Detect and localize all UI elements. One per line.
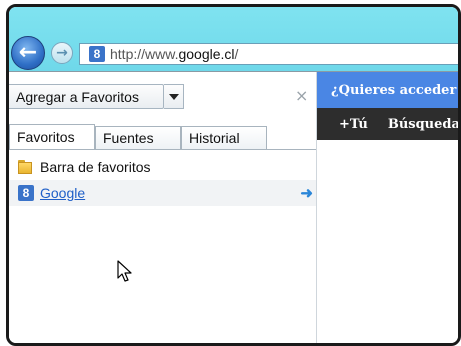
back-button[interactable]: ← xyxy=(11,36,45,70)
add-to-favorites-dropdown[interactable] xyxy=(164,84,184,109)
folder-icon xyxy=(18,160,34,174)
tab-historial[interactable]: Historial xyxy=(181,126,267,149)
close-icon[interactable]: × xyxy=(295,86,308,105)
list-item-google[interactable]: 8 Google ➜ xyxy=(9,180,316,206)
top-link-busqueda[interactable]: Búsqueda xyxy=(388,117,458,132)
tab-favoritos[interactable]: Favoritos xyxy=(9,124,95,149)
tab-fuentes[interactable]: Fuentes xyxy=(95,126,181,149)
google-top-bar: +Tú Búsqueda xyxy=(317,108,458,140)
favorites-tabs: Favoritos Fuentes Historial xyxy=(9,124,316,149)
mouse-cursor-icon xyxy=(117,260,132,282)
go-arrow-icon[interactable]: ➜ xyxy=(300,184,313,202)
promo-banner[interactable]: ¿Quieres acceder xyxy=(317,72,458,108)
add-to-favorites-button[interactable]: Agregar a Favoritos xyxy=(9,84,164,109)
list-item-barra-de-favoritos[interactable]: Barra de favoritos xyxy=(9,154,316,180)
chevron-down-icon xyxy=(168,93,179,100)
browser-toolbar: ← → 8 http://www.google.cl/ xyxy=(9,7,458,71)
google-favicon-icon: 8 xyxy=(18,185,34,201)
address-bar[interactable]: 8 http://www.google.cl/ xyxy=(79,43,458,65)
url-prefix: http://www. xyxy=(110,46,179,62)
top-link-tu[interactable]: +Tú xyxy=(339,117,368,132)
browser-window: ← → 8 http://www.google.cl/ Agregar a Fa… xyxy=(6,4,461,346)
arrow-left-icon: ← xyxy=(18,40,38,65)
url-suffix: / xyxy=(234,46,239,62)
url-text[interactable]: http://www.google.cl/ xyxy=(110,46,238,62)
favorites-list: Barra de favoritos 8 Google ➜ xyxy=(9,150,316,343)
google-favicon-icon: 8 xyxy=(89,46,105,62)
list-item-link[interactable]: Google xyxy=(40,185,85,201)
list-item-label: Barra de favoritos xyxy=(40,159,151,175)
web-page: ¿Quieres acceder +Tú Búsqueda xyxy=(317,72,458,343)
favorites-panel: Agregar a Favoritos × Favoritos Fuentes … xyxy=(9,72,316,343)
url-domain: google.cl xyxy=(178,46,235,62)
arrow-right-icon: → xyxy=(56,45,68,61)
forward-button[interactable]: → xyxy=(51,42,73,64)
